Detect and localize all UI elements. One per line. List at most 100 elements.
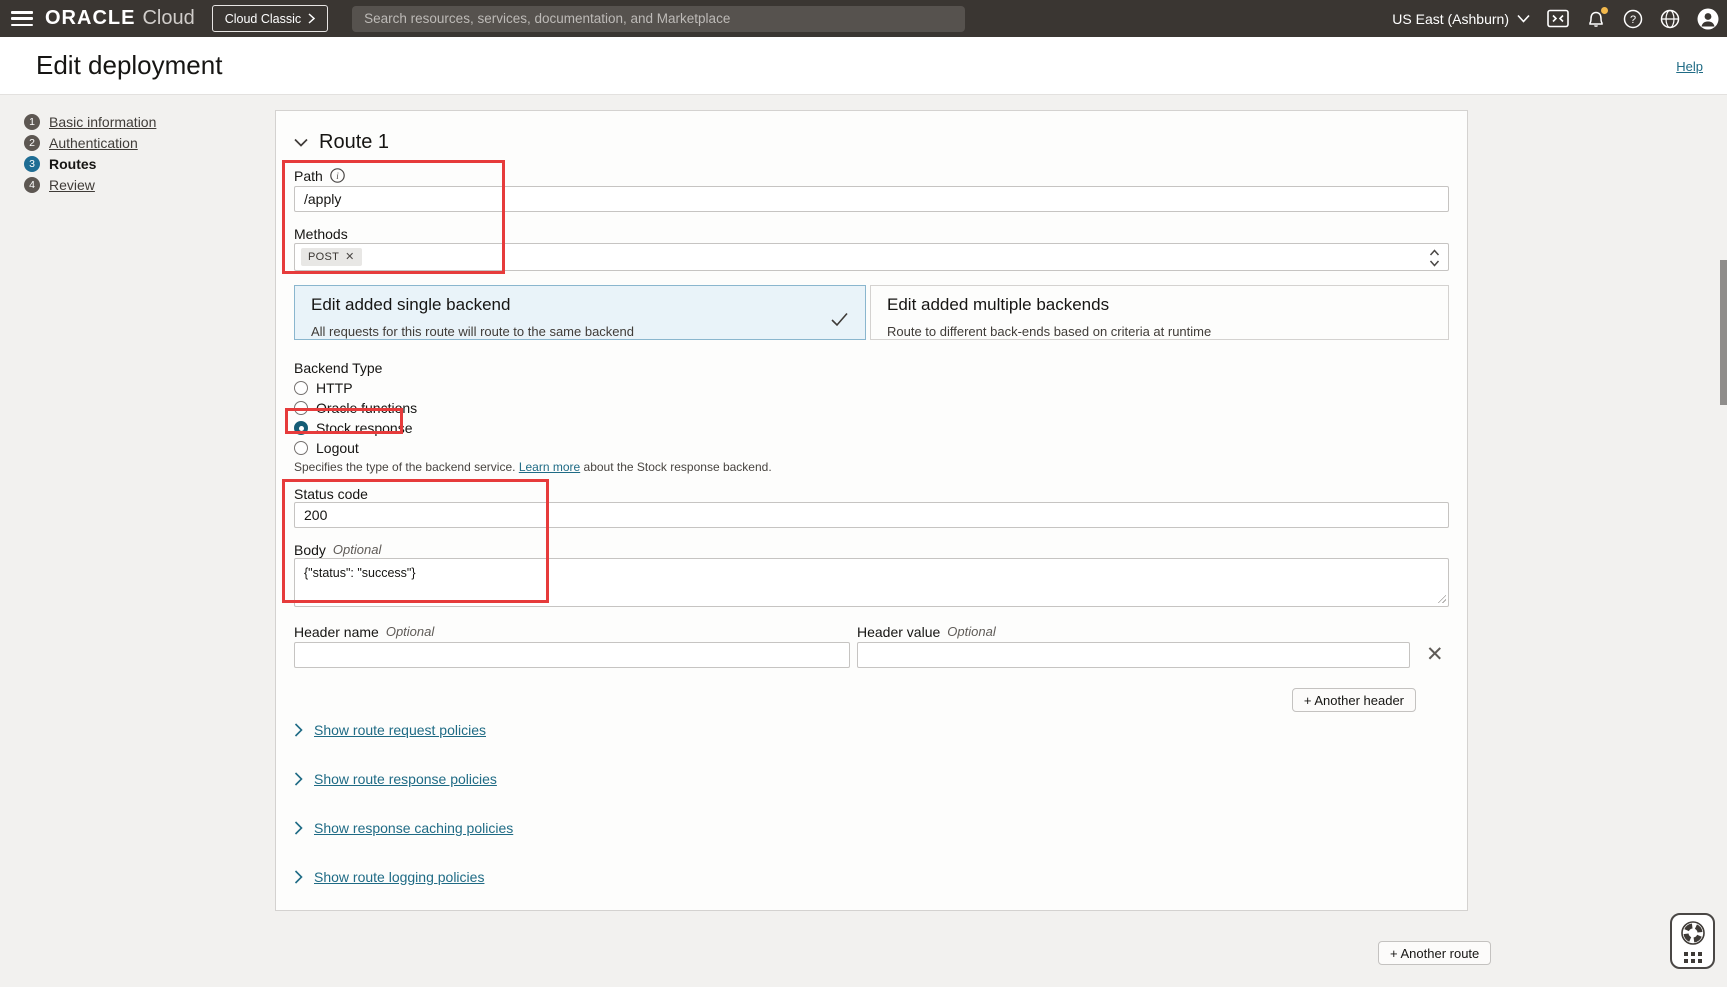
help-link[interactable]: Help xyxy=(1676,59,1703,74)
chevron-down-icon xyxy=(1517,14,1530,23)
svg-text:?: ? xyxy=(1630,14,1636,26)
methods-select[interactable]: POST ✕ xyxy=(294,243,1449,271)
oracle-cloud-logo: ORACLE Cloud xyxy=(45,7,195,30)
widget-dots-grid-icon xyxy=(1684,952,1702,963)
helper-suffix: about the Stock response backend. xyxy=(584,460,772,474)
radio-circle[interactable] xyxy=(294,401,308,415)
policy-links: Show route request policies Show route r… xyxy=(294,721,1449,886)
body-field-wrap: {"status": "success"} xyxy=(294,558,1449,607)
radio-logout[interactable]: Logout xyxy=(294,438,1449,458)
wizard-steps: 1 Basic information 2 Authentication 3 R… xyxy=(24,111,156,195)
remove-method-icon[interactable]: ✕ xyxy=(345,252,355,263)
show-route-logging-policies-link[interactable]: Show route logging policies xyxy=(294,868,1449,886)
step-number-badge: 4 xyxy=(24,177,40,193)
cloud-classic-button[interactable]: Cloud Classic xyxy=(212,5,328,32)
topbar: ORACLE Cloud Cloud Classic US East (Ashb… xyxy=(0,0,1727,37)
wizard-step-authentication[interactable]: 2 Authentication xyxy=(24,132,156,153)
methods-label-text: Methods xyxy=(294,227,348,241)
radio-circle[interactable] xyxy=(294,381,308,395)
radio-http[interactable]: HTTP xyxy=(294,378,1449,398)
wizard-step-review[interactable]: 4 Review xyxy=(24,174,156,195)
vertical-scrollbar-thumb[interactable] xyxy=(1720,260,1727,405)
radio-stock-response[interactable]: Stock response xyxy=(294,418,1449,438)
status-code-label: Status code xyxy=(294,487,1449,501)
header-kv-row: Header name Optional Header value Option… xyxy=(294,625,1449,668)
route-collapse-header[interactable]: Route 1 xyxy=(294,133,1449,151)
chevron-right-icon xyxy=(294,870,303,884)
optional-label: Optional xyxy=(947,625,995,639)
help-question-icon[interactable]: ? xyxy=(1623,9,1643,29)
header-name-label: Header name xyxy=(294,625,379,639)
region-selector[interactable]: US East (Ashburn) xyxy=(1392,11,1530,27)
radio-label: Oracle functions xyxy=(316,400,417,416)
wizard-step-routes[interactable]: 3 Routes xyxy=(24,153,156,174)
optional-label: Optional xyxy=(333,543,381,557)
wizard-step-label[interactable]: Authentication xyxy=(49,135,138,151)
show-route-request-policies-link[interactable]: Show route request policies xyxy=(294,721,1449,739)
chevron-down-icon xyxy=(294,138,308,147)
learn-more-link[interactable]: Learn more xyxy=(519,460,580,474)
backend-type-label: Backend Type xyxy=(294,361,1449,375)
status-code-input[interactable] xyxy=(294,502,1449,528)
another-header-button[interactable]: + Another header xyxy=(1292,688,1416,712)
wizard-step-basic-information[interactable]: 1 Basic information xyxy=(24,111,156,132)
path-input[interactable] xyxy=(294,186,1449,212)
route-title: Route 1 xyxy=(319,131,389,154)
optional-label: Optional xyxy=(386,625,434,639)
chevron-right-icon xyxy=(294,821,303,835)
backend-type-helper-text: Specifies the type of the backend servic… xyxy=(294,461,1449,473)
page-title: Edit deployment xyxy=(36,50,222,81)
header-value-input[interactable] xyxy=(857,642,1410,668)
language-globe-icon[interactable] xyxy=(1660,9,1680,29)
header-name-input[interactable] xyxy=(294,642,850,668)
body-label-row: Body Optional xyxy=(294,543,1449,557)
wizard-step-label[interactable]: Basic information xyxy=(49,114,156,130)
user-avatar[interactable] xyxy=(1697,8,1719,30)
card-multiple-backends[interactable]: Edit added multiple backends Route to di… xyxy=(870,285,1449,340)
header-value-column: Header value Optional xyxy=(857,625,1410,668)
selected-check-icon xyxy=(830,312,849,327)
wizard-step-label[interactable]: Review xyxy=(49,177,95,193)
radio-oracle-functions[interactable]: Oracle functions xyxy=(294,398,1449,418)
card-title: Edit added single backend xyxy=(311,295,849,315)
policy-link-label: Show response caching policies xyxy=(314,820,513,836)
show-route-response-policies-link[interactable]: Show route response policies xyxy=(294,770,1449,788)
show-response-caching-policies-link[interactable]: Show response caching policies xyxy=(294,819,1449,837)
support-widget[interactable] xyxy=(1670,913,1715,969)
card-single-backend[interactable]: Edit added single backend All requests f… xyxy=(294,285,866,340)
another-route-button[interactable]: + Another route xyxy=(1378,941,1491,965)
status-code-label-text: Status code xyxy=(294,487,368,501)
card-title: Edit added multiple backends xyxy=(887,295,1432,315)
card-description: All requests for this route will route t… xyxy=(311,324,849,339)
info-icon[interactable]: i xyxy=(330,168,345,183)
notifications-bell-icon[interactable] xyxy=(1586,9,1606,29)
policy-link-label: Show route logging policies xyxy=(314,869,484,885)
radio-label: Stock response xyxy=(316,420,413,436)
step-number-badge: 3 xyxy=(24,156,40,172)
cloud-shell-icon[interactable] xyxy=(1547,9,1569,28)
global-search-input[interactable] xyxy=(352,6,965,32)
policy-link-label: Show route request policies xyxy=(314,722,486,738)
radio-circle-selected[interactable] xyxy=(294,421,308,435)
cloud-classic-label: Cloud Classic xyxy=(225,12,301,26)
backend-type-label-text: Backend Type xyxy=(294,361,382,375)
header-name-label-row: Header name Optional xyxy=(294,625,850,639)
chevron-right-icon xyxy=(294,772,303,786)
another-header-row: + Another header xyxy=(294,688,1449,712)
region-label: US East (Ashburn) xyxy=(1392,11,1509,27)
path-label: Path xyxy=(294,169,323,183)
policy-link-label: Show route response policies xyxy=(314,771,497,787)
topbar-right-cluster: US East (Ashburn) ? xyxy=(1392,8,1727,30)
radio-circle[interactable] xyxy=(294,441,308,455)
brand-cloud: Cloud xyxy=(142,7,194,30)
body-textarea[interactable]: {"status": "success"} xyxy=(294,558,1449,607)
hamburger-menu-icon[interactable] xyxy=(11,11,33,26)
header-name-column: Header name Optional xyxy=(294,625,850,668)
svg-text:i: i xyxy=(336,171,339,181)
method-tag-label: POST xyxy=(308,251,339,263)
content-area: 1 Basic information 2 Authentication 3 R… xyxy=(0,95,1727,987)
notification-dot xyxy=(1601,7,1608,14)
lifebuoy-icon xyxy=(1680,920,1706,946)
header-value-label: Header value xyxy=(857,625,940,639)
remove-header-row-icon[interactable]: ✕ xyxy=(1426,644,1444,665)
